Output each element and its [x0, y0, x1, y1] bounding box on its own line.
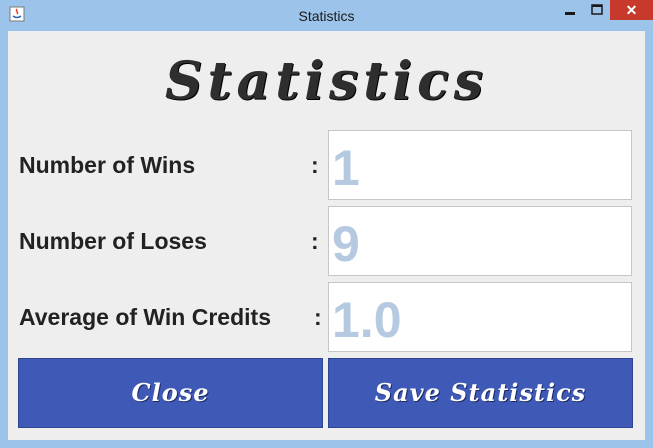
wins-value: 1	[332, 140, 360, 196]
avg-win-credits-value: 1.0	[332, 292, 402, 348]
statistics-panel: Statistics Number of Wins : 1 Number of …	[8, 31, 645, 440]
minimize-button[interactable]	[556, 0, 584, 20]
avg-win-credits-label: Average of Win Credits	[19, 304, 271, 330]
wins-field[interactable]: 1	[328, 130, 632, 200]
loses-label: Number of Loses	[19, 228, 207, 254]
minimize-icon	[565, 12, 575, 15]
close-button[interactable]: Close	[18, 358, 323, 428]
loses-value: 9	[332, 216, 360, 272]
window-titlebar[interactable]: Statistics ✕	[0, 0, 653, 32]
close-window-button[interactable]: ✕	[610, 0, 653, 20]
wins-label: Number of Wins	[19, 152, 196, 178]
wins-colon: :	[311, 152, 319, 178]
avg-win-credits-field[interactable]: 1.0	[328, 282, 632, 352]
close-icon: ✕	[625, 2, 638, 18]
save-statistics-button[interactable]: Save Statistics	[328, 358, 633, 428]
maximize-button[interactable]	[584, 0, 610, 20]
loses-colon: :	[311, 228, 319, 254]
loses-field[interactable]: 9	[328, 206, 632, 276]
page-title: Statistics	[164, 51, 489, 112]
avg-win-credits-colon: :	[314, 304, 322, 330]
maximize-icon	[591, 4, 603, 15]
